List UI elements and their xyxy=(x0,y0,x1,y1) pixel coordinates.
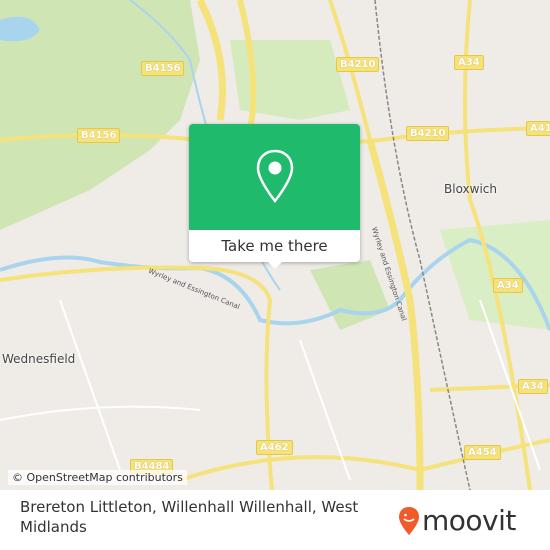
road-label: B4156 xyxy=(141,61,185,76)
road-label: B4210 xyxy=(406,126,450,141)
road-label: B4210 xyxy=(336,57,380,72)
attribution[interactable]: © OpenStreetMap contributors xyxy=(8,470,187,485)
road-label: A34 xyxy=(493,278,523,293)
road-label: A454 xyxy=(464,445,501,460)
directions-popup[interactable]: Take me there xyxy=(189,124,360,269)
road-label: A462 xyxy=(256,440,293,455)
place-label: Bloxwich xyxy=(444,182,497,196)
road-label: B4156 xyxy=(77,128,121,143)
place-label: Wednesfield xyxy=(2,352,76,366)
moovit-logo[interactable]: moovit xyxy=(398,504,516,537)
popup-pointer xyxy=(267,261,283,269)
take-me-there-button[interactable]: Take me there xyxy=(189,230,360,262)
popup-header[interactable] xyxy=(189,124,360,230)
road-label: A41 xyxy=(526,121,550,136)
road-label: A34 xyxy=(518,379,548,394)
address-text: Brereton Littleton, Willenhall Willenhal… xyxy=(20,498,359,536)
logo-text: moovit xyxy=(422,504,516,537)
road-label: A34 xyxy=(454,55,484,70)
moovit-pin-icon xyxy=(399,506,419,535)
map-pin-icon xyxy=(256,149,293,203)
